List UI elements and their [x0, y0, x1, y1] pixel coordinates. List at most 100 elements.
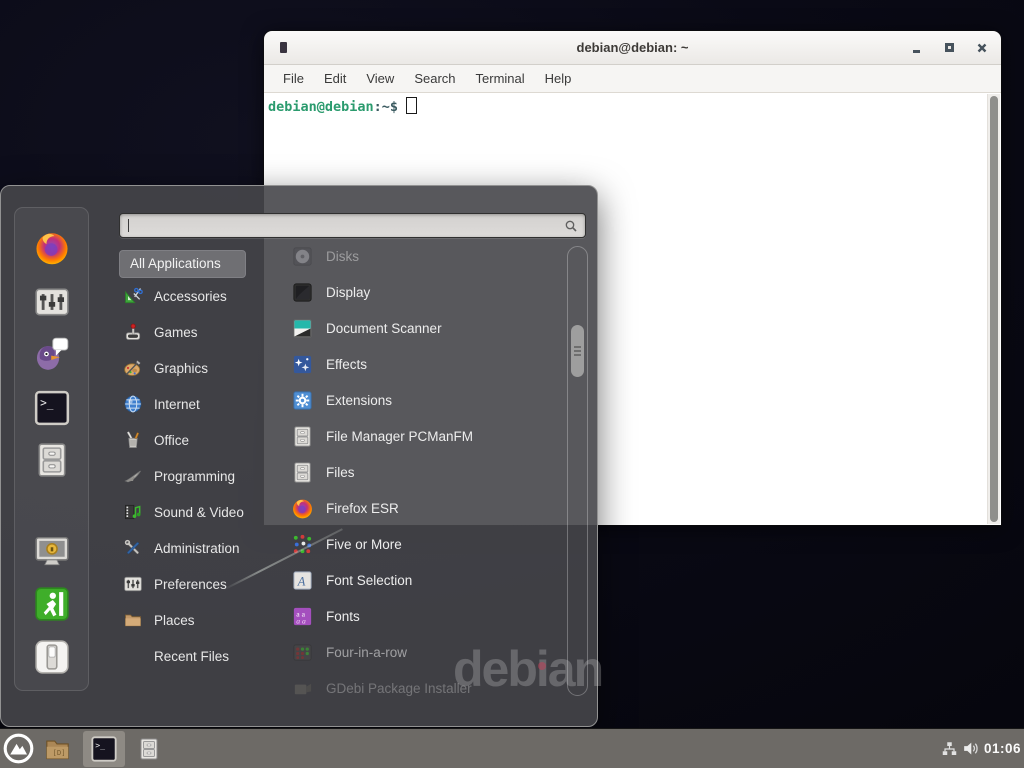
gdebi-icon: [291, 677, 314, 700]
document-scanner-icon: [291, 317, 314, 340]
disks-icon: [291, 245, 314, 268]
category-recent-files[interactable]: Recent Files: [123, 638, 281, 674]
app-four-in-a-row[interactable]: Four-in-a-row: [291, 634, 563, 670]
category-programming[interactable]: Programming: [123, 458, 281, 494]
category-label: Sound & Video: [154, 505, 244, 520]
app-five-or-more[interactable]: Five or More: [291, 526, 563, 562]
icon-spacer: [123, 646, 143, 666]
network-tray-icon[interactable]: [940, 740, 959, 758]
games-icon: [123, 322, 143, 342]
app-label: Effects: [326, 357, 367, 372]
text-caret: [128, 219, 129, 232]
settings-panel-icon: [123, 574, 143, 594]
category-office[interactable]: Office: [123, 422, 281, 458]
app-files[interactable]: Files: [291, 454, 563, 490]
favorites-rail: >_: [14, 207, 89, 691]
file-manager-launcher[interactable]: [D]: [41, 736, 74, 763]
app-label: Extensions: [326, 393, 392, 408]
terminal-task-button[interactable]: >_: [83, 731, 125, 767]
administration-icon: [123, 538, 143, 558]
category-label: Graphics: [154, 361, 208, 376]
terminal-prompt: debian@debian:~$: [268, 97, 417, 115]
svg-text:a a: a a: [296, 616, 306, 625]
file-cabinet-icon: [33, 441, 71, 479]
app-firefox-esr[interactable]: Firefox ESR: [291, 490, 563, 526]
category-graphics[interactable]: Graphics: [123, 350, 281, 386]
shutdown-icon: [33, 638, 71, 676]
search-field[interactable]: [119, 213, 586, 238]
extensions-icon: [291, 389, 314, 412]
app-label: Firefox ESR: [326, 501, 399, 516]
app-label: Display: [326, 285, 370, 300]
app-gdebi-package-installer[interactable]: GDebi Package Installer: [291, 670, 563, 706]
close-button[interactable]: [975, 41, 989, 55]
prompt-user-host: debian@debian: [268, 99, 374, 115]
terminal-menu-view[interactable]: View: [356, 71, 404, 86]
accessories-icon: [123, 286, 143, 306]
category-internet[interactable]: Internet: [123, 386, 281, 422]
category-places[interactable]: Places: [123, 602, 281, 638]
internet-icon: [123, 394, 143, 414]
search-icon: [563, 218, 579, 234]
app-extensions[interactable]: Extensions: [291, 382, 563, 418]
app-disks[interactable]: Disks: [291, 238, 563, 274]
app-label: GDebi Package Installer: [326, 681, 472, 696]
menu-logo-icon: [3, 733, 34, 764]
terminal-titlebar[interactable]: debian@debian: ~: [264, 31, 1001, 65]
app-effects[interactable]: Effects: [291, 346, 563, 382]
favorite-settings-panel-button[interactable]: [32, 282, 72, 322]
category-label: Office: [154, 433, 189, 448]
app-fonts[interactable]: a aa aFonts: [291, 598, 563, 634]
favorite-file-cabinet-button[interactable]: [32, 440, 72, 480]
favorite-shutdown-button[interactable]: [32, 637, 72, 677]
file-cabinet-icon: [137, 735, 161, 763]
app-display[interactable]: Display: [291, 274, 563, 310]
volume-tray-icon[interactable]: [961, 739, 980, 758]
app-label: Fonts: [326, 609, 360, 624]
category-administration[interactable]: Administration: [123, 530, 281, 566]
settings-panel-icon: [33, 283, 71, 321]
files-launcher[interactable]: [137, 735, 161, 763]
terminal-scrollbar-thumb[interactable]: [990, 96, 998, 522]
svg-text:>_: >_: [40, 396, 54, 409]
app-label: File Manager PCManFM: [326, 429, 473, 444]
category-label: Programming: [154, 469, 235, 484]
terminal-menu-search[interactable]: Search: [404, 71, 465, 86]
terminal-menu-help[interactable]: Help: [535, 71, 582, 86]
app-font-selection[interactable]: AFont Selection: [291, 562, 563, 598]
favorite-lock-screen-button[interactable]: [32, 532, 72, 572]
category-sound-video[interactable]: Sound & Video: [123, 494, 281, 530]
menu-scrollbar-thumb[interactable]: [571, 325, 584, 377]
maximize-button[interactable]: [942, 41, 956, 55]
font-selection-icon: A: [291, 569, 314, 592]
category-accessories[interactable]: Accessories: [123, 278, 281, 314]
taskbar-clock[interactable]: 01:06: [984, 741, 1021, 756]
favorite-firefox-button[interactable]: [32, 228, 72, 268]
svg-text:[D]: [D]: [52, 748, 65, 757]
places-icon: [123, 610, 143, 630]
menu-launcher-button[interactable]: [3, 733, 34, 764]
category-games[interactable]: Games: [123, 314, 281, 350]
desktop: debian@debian: ~ FileEditViewSearchTermi…: [0, 0, 1024, 768]
favorite-terminal-button[interactable]: >_: [32, 388, 72, 428]
search-input[interactable]: [120, 214, 585, 237]
menu-scrollbar[interactable]: [567, 246, 588, 696]
category-label: Recent Files: [154, 649, 229, 664]
app-document-scanner[interactable]: Document Scanner: [291, 310, 563, 346]
five-or-more-icon: [291, 533, 314, 556]
terminal-menu-file[interactable]: File: [273, 71, 314, 86]
minimize-button[interactable]: [909, 41, 923, 55]
terminal-menu-terminal[interactable]: Terminal: [466, 71, 535, 86]
favorite-logout-button[interactable]: [32, 584, 72, 624]
terminal-icon: >_: [90, 735, 118, 763]
app-label: Files: [326, 465, 355, 480]
app-label: Four-in-a-row: [326, 645, 407, 660]
effects-icon: [291, 353, 314, 376]
app-file-manager-pcmanfm[interactable]: File Manager PCManFM: [291, 418, 563, 454]
terminal-menu-edit[interactable]: Edit: [314, 71, 356, 86]
category-preferences[interactable]: Preferences: [123, 566, 281, 602]
terminal-scrollbar[interactable]: [987, 94, 1000, 524]
favorite-pidgin-button[interactable]: [32, 334, 72, 374]
display-icon: [291, 281, 314, 304]
all-applications-button[interactable]: All Applications: [119, 250, 246, 278]
